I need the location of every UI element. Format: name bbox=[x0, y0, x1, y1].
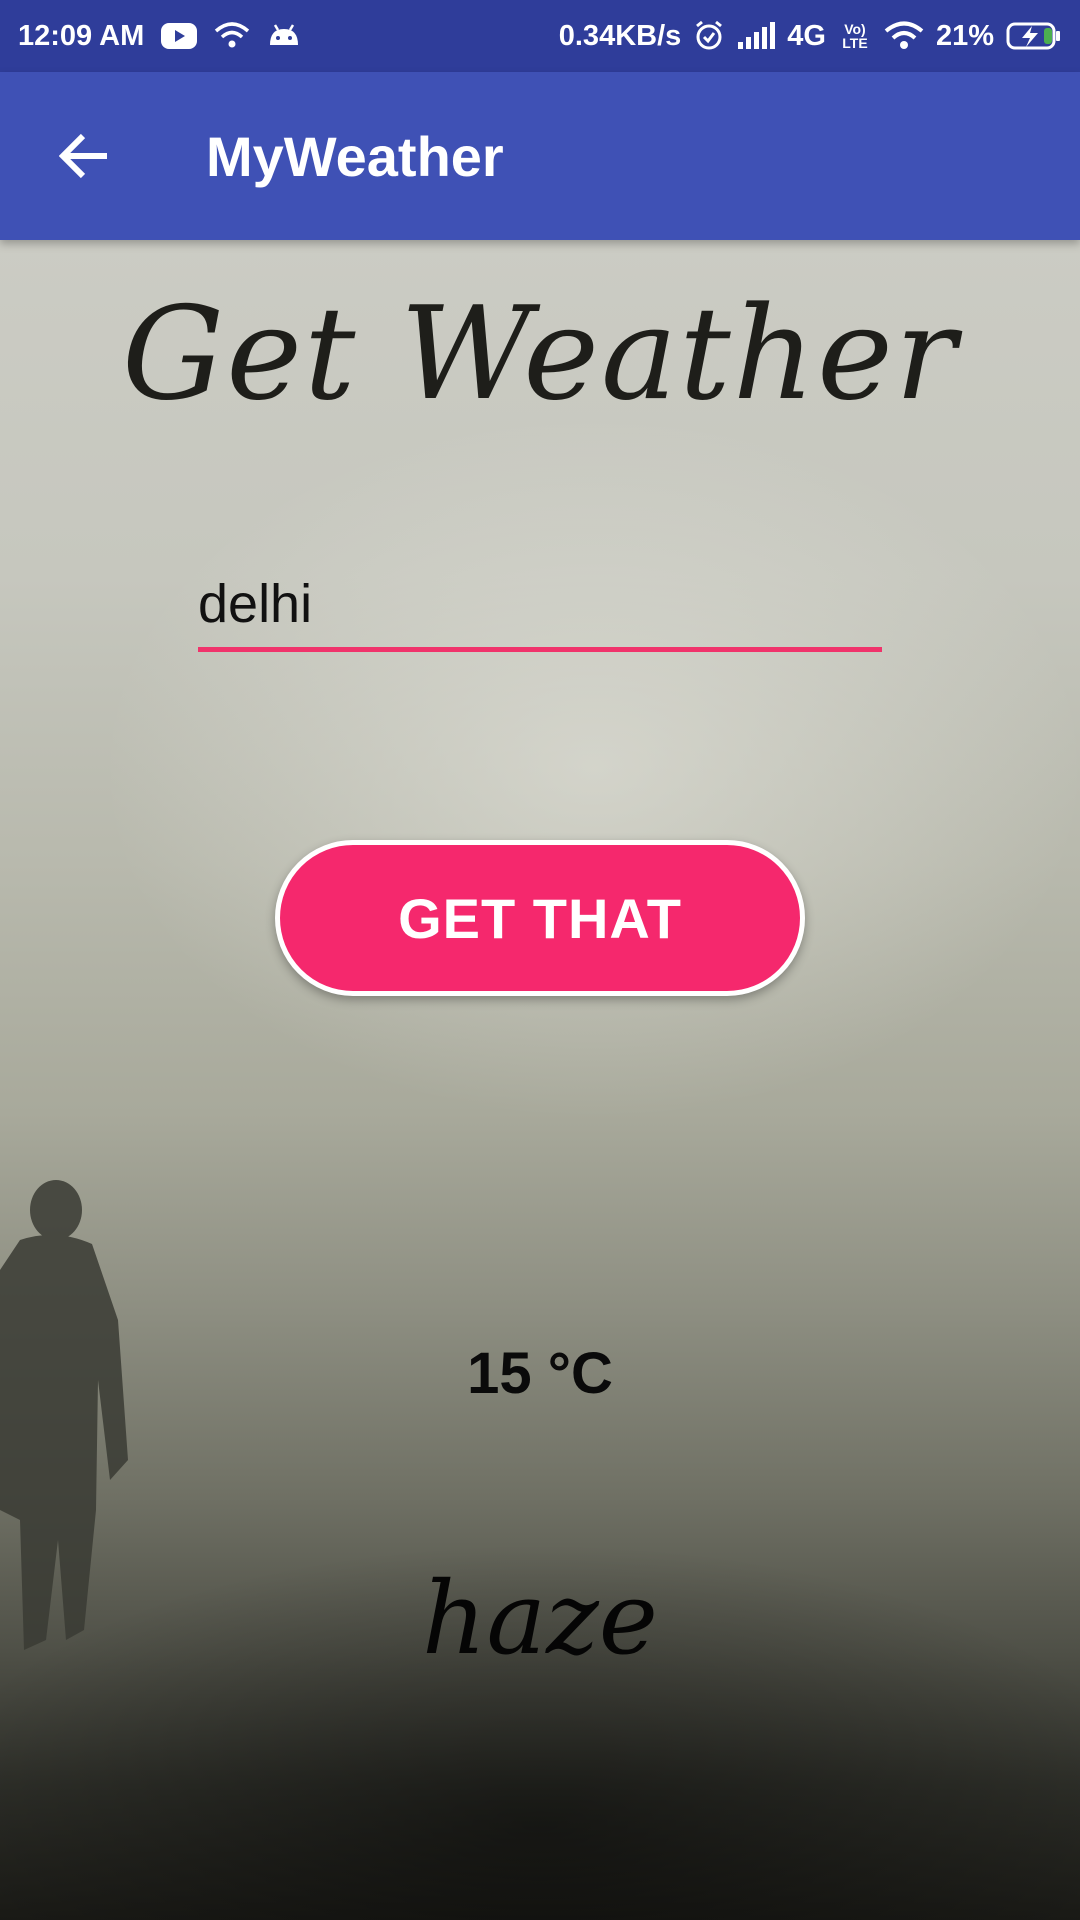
city-input[interactable] bbox=[198, 560, 882, 652]
youtube-icon bbox=[160, 21, 198, 51]
battery-charging-icon bbox=[1006, 21, 1062, 51]
app-bar: MyWeather bbox=[0, 72, 1080, 240]
app-title: MyWeather bbox=[206, 124, 504, 188]
weather-condition: haze bbox=[422, 1560, 658, 1677]
battery-percent: 21% bbox=[935, 19, 994, 52]
temperature-value: 15 °C bbox=[467, 1341, 613, 1406]
wifi-icon bbox=[214, 21, 250, 51]
volte-label: Vo) LTE bbox=[842, 21, 868, 51]
status-bar: 12:09 AM 0.34KB/s 4G Vo) LTE 21% bbox=[0, 0, 1080, 72]
network-speed: 0.34KB/s bbox=[558, 19, 682, 52]
status-time: 12:09 AM bbox=[18, 19, 145, 52]
signal-icon bbox=[737, 22, 776, 50]
back-button[interactable] bbox=[40, 111, 130, 201]
android-icon bbox=[266, 21, 302, 51]
arrow-left-icon bbox=[59, 133, 107, 179]
network-type: 4G bbox=[787, 19, 826, 52]
weather-screen: 12:09 AM 0.34KB/s 4G Vo) LTE 21% MyWeath… bbox=[0, 0, 1080, 1920]
page-heading: Get Weather bbox=[121, 280, 959, 429]
get-that-button[interactable]: GET THAT bbox=[275, 840, 805, 996]
wifi-icon bbox=[884, 21, 924, 51]
alarm-icon bbox=[693, 20, 725, 52]
